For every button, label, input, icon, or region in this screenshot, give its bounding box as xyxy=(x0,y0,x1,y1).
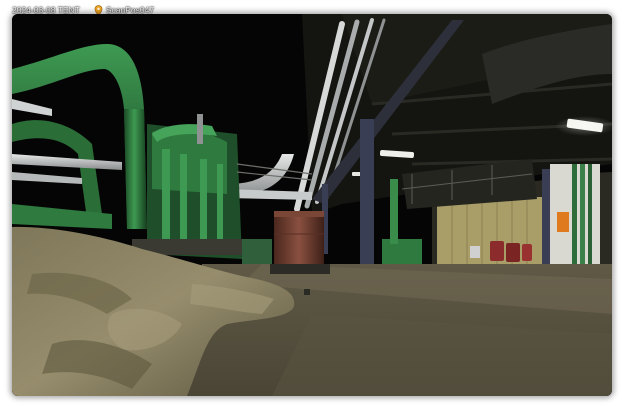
panorama-scene xyxy=(12,14,612,396)
panorama-viewer[interactable] xyxy=(12,14,612,396)
